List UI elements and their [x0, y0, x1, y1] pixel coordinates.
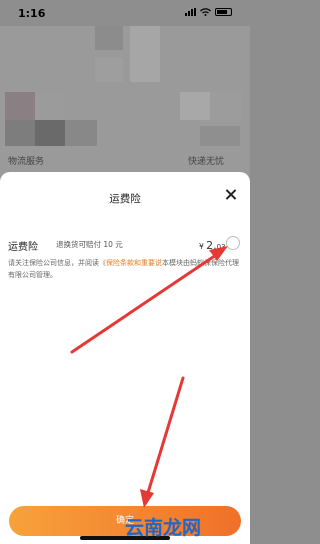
price-decimal: 03	[216, 243, 226, 251]
wifi-icon	[200, 8, 211, 16]
price-main: 2.	[206, 239, 217, 252]
freight-insurance-sheet: 运费险 运费险 退换货可赔付 10 元 ¥ 2.03 请关注保险公司信息，并阅读…	[0, 172, 250, 544]
bg-text-right: 快递无忧	[188, 157, 225, 167]
price-symbol: ¥	[199, 242, 204, 251]
status-icons	[185, 8, 232, 16]
terms-link[interactable]: 《保险条款和重要说	[99, 259, 162, 267]
notice-prefix: 请关注保险公司信息，并阅读	[8, 259, 99, 267]
insurance-price: ¥ 2.03	[199, 239, 226, 252]
bg-text-left: 物流服务	[8, 157, 45, 167]
insurance-radio-button[interactable]	[226, 236, 240, 250]
insurance-description: 退换货可赔付 10 元	[56, 240, 123, 249]
watermark-logo: 云南龙网	[125, 517, 202, 539]
insurance-notice: 请关注保险公司信息，并阅读《保险条款和重要说本模块由蚂蚁保保险代理有限公司管理。	[8, 257, 240, 281]
sheet-title: 运费险	[109, 193, 141, 205]
status-time: 1:16	[18, 7, 46, 20]
close-icon[interactable]	[222, 186, 240, 204]
signal-icon	[185, 8, 196, 16]
battery-icon	[215, 8, 232, 16]
insurance-name: 运费险	[8, 242, 38, 253]
status-bar: 1:16	[0, 0, 250, 26]
